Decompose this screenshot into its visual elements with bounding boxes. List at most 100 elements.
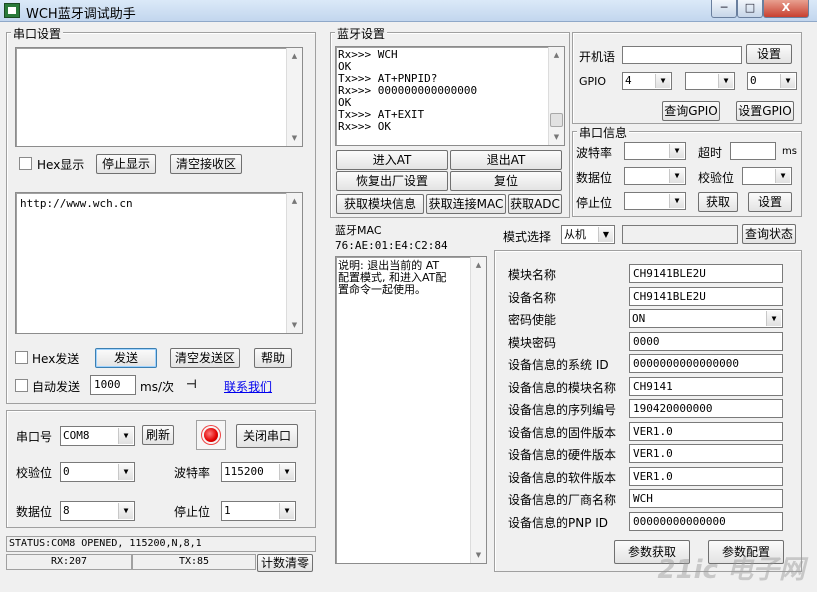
send-button[interactable]: 发送 (95, 348, 157, 368)
query-gpio-button[interactable]: 查询GPIO (662, 101, 720, 121)
log-line: Rx>>> OK (338, 120, 391, 133)
param-select[interactable]: ON ▼ (629, 309, 783, 328)
status-line: STATUS:COM8 OPENED, 115200,N,8,1 (6, 536, 316, 552)
send-scrollbar[interactable]: ▲ ▼ (286, 193, 302, 333)
led-indicator-icon (204, 428, 218, 442)
mode-select[interactable]: 从机 ▼ (561, 225, 615, 244)
receive-area[interactable]: ▲ ▼ (15, 47, 303, 147)
interval-input[interactable]: 1000 (90, 375, 136, 395)
clear-receive-button[interactable]: 清空接收区 (170, 154, 242, 174)
parity-label: 校验位 (16, 466, 53, 480)
param-input[interactable]: VER1.0 (629, 444, 783, 463)
param-input[interactable]: 190420000000 (629, 399, 783, 418)
description-scrollbar[interactable]: ▲ ▼ (470, 257, 486, 563)
hex-display-label: Hex显示 (37, 158, 85, 172)
factory-reset-button[interactable]: 恢复出厂设置 (336, 171, 448, 191)
uart-stop-select[interactable]: ▼ (624, 192, 686, 210)
set-gpio-button[interactable]: 设置GPIO (736, 101, 794, 121)
gpio-select-2[interactable]: ▼ (685, 72, 735, 90)
uart-stop-label: 停止位 (576, 196, 613, 210)
refresh-button[interactable]: 刷新 (142, 425, 174, 445)
close-button[interactable]: X (763, 0, 809, 18)
close-port-button[interactable]: 关闭串口 (236, 424, 298, 448)
clear-send-button[interactable]: 清空发送区 (170, 348, 240, 368)
stopbits-select[interactable]: 1 ▼ (221, 501, 296, 521)
watermark: 21ic 电子网 (657, 555, 805, 585)
reset-button[interactable]: 复位 (450, 171, 562, 191)
auto-send-checkbox[interactable] (15, 379, 28, 392)
param-value: ON (632, 312, 646, 325)
app-icon (4, 3, 20, 18)
param-input[interactable]: CH9141BLE2U (629, 286, 783, 306)
port-select[interactable]: COM8 ▼ (60, 426, 135, 446)
uart-parity-label: 校验位 (698, 171, 735, 185)
timeout-unit: ms (782, 146, 797, 157)
gpio-select-1[interactable]: 4 ▼ (622, 72, 672, 90)
param-label: 设备信息的固件版本 (508, 425, 617, 440)
maximize-button[interactable]: □ (737, 0, 763, 18)
param-input[interactable]: CH9141 (629, 376, 783, 396)
boot-input[interactable] (622, 46, 742, 64)
contact-link[interactable]: 联系我们 (224, 378, 272, 395)
uart-baud-label: 波特率 (576, 146, 613, 160)
receive-scrollbar[interactable]: ▲ ▼ (286, 48, 302, 146)
gpio-select-3[interactable]: 0 ▼ (747, 72, 797, 90)
param-input[interactable]: VER1.0 (629, 466, 783, 486)
log-line: Rx>>> WCH (338, 48, 398, 61)
hex-send-checkbox[interactable] (15, 351, 28, 364)
send-text: http://www.wch.cn (20, 197, 133, 210)
hex-display-checkbox[interactable] (19, 157, 32, 170)
help-button[interactable]: 帮助 (254, 348, 292, 368)
uart-data-label: 数据位 (576, 171, 613, 185)
mode-label: 模式选择 (503, 230, 552, 244)
uart-data-select[interactable]: ▼ (624, 167, 686, 185)
boot-set-button[interactable]: 设置 (746, 44, 792, 64)
baud-select[interactable]: 115200 ▼ (221, 462, 296, 482)
uart-parity-select[interactable]: ▼ (742, 167, 792, 185)
enter-at-button[interactable]: 进入AT (336, 150, 448, 170)
param-input[interactable]: 0000000000000000 (629, 354, 783, 373)
param-input[interactable]: WCH (629, 489, 783, 508)
get-module-info-button[interactable]: 获取模块信息 (336, 194, 424, 214)
exit-at-button[interactable]: 退出AT (450, 150, 562, 170)
parity-select[interactable]: 0 ▼ (60, 462, 135, 482)
chevron-down-icon: ▼ (669, 144, 684, 158)
query-status-button[interactable]: 查询状态 (742, 224, 796, 244)
chevron-down-icon: ▼ (718, 74, 733, 88)
param-label: 模块名称 (508, 268, 557, 282)
chevron-down-icon: ▼ (775, 169, 790, 183)
description-area: 说明: 退出当前的 AT 配置模式, 和进入AT配 置命令一起使用。 ▲ ▼ (335, 256, 487, 564)
param-input[interactable]: CH9141BLE2U (629, 264, 783, 283)
send-area[interactable]: http://www.wch.cn ▲ ▼ (15, 192, 303, 334)
timeout-input[interactable] (730, 142, 776, 160)
uart-set-button[interactable]: 设置 (748, 192, 792, 212)
hex-send-label: Hex发送 (32, 352, 80, 366)
description-text: 说明: 退出当前的 AT 配置模式, 和进入AT配 置命令一起使用。 (338, 260, 446, 296)
chevron-down-icon: ▼ (118, 503, 133, 519)
stop-display-button[interactable]: 停止显示 (96, 154, 156, 174)
param-input[interactable]: VER1.0 (629, 421, 783, 441)
status-select[interactable] (622, 225, 738, 244)
param-label: 模块密码 (508, 335, 557, 350)
desc-line: 置命令一起使用。 (338, 283, 426, 296)
bt-log-scrollbar[interactable]: ▲ ▼ (548, 47, 564, 145)
uart-get-button[interactable]: 获取 (698, 192, 738, 212)
log-line: Rx>>> 000000000000000 (338, 84, 478, 97)
param-input[interactable]: 0000 (629, 331, 783, 351)
databits-select[interactable]: 8 ▼ (60, 501, 135, 521)
mac-label: 蓝牙MAC (335, 224, 382, 237)
chevron-down-icon: ▼ (780, 74, 795, 88)
minimize-button[interactable]: ─ (711, 0, 737, 18)
param-input[interactable]: 00000000000000 (629, 511, 783, 531)
parity-value: 0 (63, 465, 70, 478)
uart-baud-select[interactable]: ▼ (624, 142, 686, 160)
bt-log: Rx>>> WCH OK Tx>>> AT+PNPID? Rx>>> 00000… (338, 49, 477, 133)
bt-log-area[interactable]: Rx>>> WCH OK Tx>>> AT+PNPID? Rx>>> 00000… (335, 46, 565, 146)
port-label: 串口号 (16, 430, 53, 444)
clear-count-button[interactable]: 计数清零 (257, 554, 313, 572)
mode-value: 从机 (564, 228, 586, 241)
get-adc-button[interactable]: 获取ADC (508, 194, 562, 214)
port-status-led-frame (196, 420, 226, 450)
get-conn-mac-button[interactable]: 获取连接MAC (426, 194, 506, 214)
window-title: WCH蓝牙调试助手 (26, 7, 136, 22)
